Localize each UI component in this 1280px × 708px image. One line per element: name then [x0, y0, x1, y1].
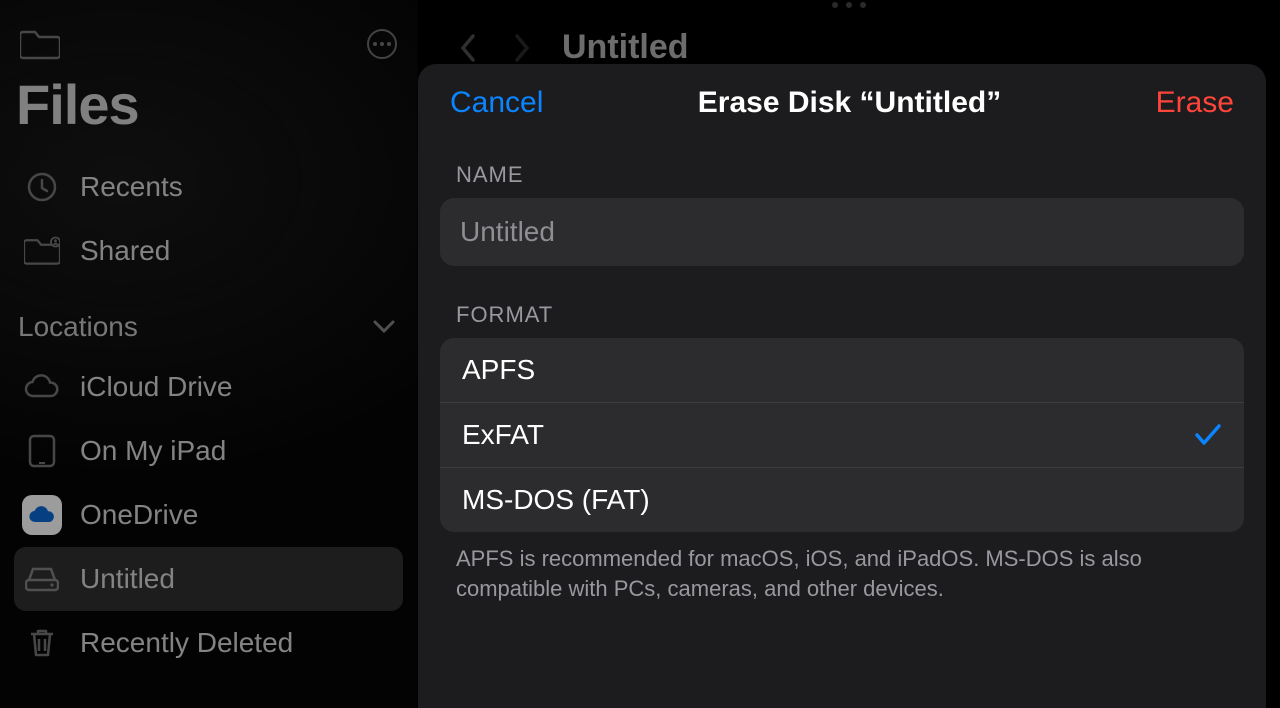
format-option-exfat[interactable]: ExFAT	[440, 402, 1244, 467]
erase-disk-modal: Cancel Erase Disk “Untitled” Erase NAME …	[418, 64, 1266, 708]
sidebar-item-label: Untitled	[80, 563, 175, 595]
format-option-apfs[interactable]: APFS	[440, 338, 1244, 402]
more-options-button[interactable]	[367, 29, 397, 59]
sidebar-title: Files	[14, 68, 403, 155]
external-drive-icon	[22, 559, 62, 599]
sidebar-item-on-my-ipad[interactable]: On My iPad	[14, 419, 403, 483]
erase-button[interactable]: Erase	[1156, 86, 1234, 120]
sidebar-item-label: iCloud Drive	[80, 371, 233, 403]
ipad-icon	[22, 431, 62, 471]
sidebar-item-shared[interactable]: Shared	[14, 219, 403, 283]
sidebar-item-onedrive[interactable]: OneDrive	[14, 483, 403, 547]
format-option-label: MS-DOS (FAT)	[462, 484, 650, 516]
format-footer-note: APFS is recommended for macOS, iOS, and …	[440, 532, 1244, 603]
app-root: Files Recents Shared Locations iCloud Dr…	[0, 0, 1280, 708]
sidebar-item-label: On My iPad	[80, 435, 226, 467]
name-section-label: NAME	[440, 152, 1244, 198]
name-field-container	[440, 198, 1244, 266]
cancel-button[interactable]: Cancel	[450, 86, 543, 120]
onedrive-icon	[22, 495, 62, 535]
checkmark-icon	[1194, 423, 1222, 447]
format-section-label: FORMAT	[440, 292, 1244, 338]
clock-icon	[22, 167, 62, 207]
format-option-label: APFS	[462, 354, 535, 386]
sidebar-item-recently-deleted[interactable]: Recently Deleted	[14, 611, 403, 675]
format-option-label: ExFAT	[462, 419, 544, 451]
modal-title: Erase Disk “Untitled”	[698, 86, 1001, 120]
sidebar-section-locations[interactable]: Locations	[14, 283, 403, 355]
disk-name-input[interactable]	[460, 216, 1224, 248]
sidebar-item-label: Recently Deleted	[80, 627, 293, 659]
folder-icon	[20, 28, 60, 60]
sidebar: Files Recents Shared Locations iCloud Dr…	[0, 0, 418, 708]
sidebar-section-label: Locations	[18, 311, 138, 343]
cloud-icon	[22, 367, 62, 407]
sidebar-item-untitled[interactable]: Untitled	[14, 547, 403, 611]
trash-icon	[22, 623, 62, 663]
sidebar-item-label: OneDrive	[80, 499, 198, 531]
shared-folder-icon	[22, 231, 62, 271]
sidebar-item-icloud[interactable]: iCloud Drive	[14, 355, 403, 419]
chevron-down-icon	[373, 320, 395, 334]
format-list: APFS ExFAT MS-DOS (FAT)	[440, 338, 1244, 532]
sidebar-item-label: Recents	[80, 171, 183, 203]
sidebar-item-recents[interactable]: Recents	[14, 155, 403, 219]
ellipsis-icon	[373, 42, 391, 46]
sidebar-item-label: Shared	[80, 235, 170, 267]
format-option-msdos[interactable]: MS-DOS (FAT)	[440, 467, 1244, 532]
